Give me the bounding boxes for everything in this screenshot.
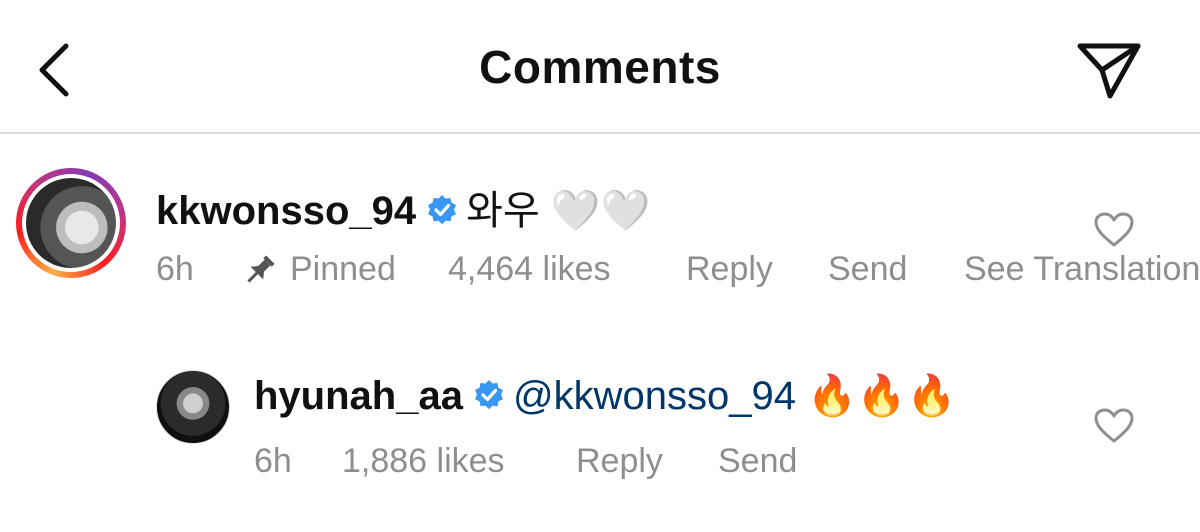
send-button[interactable]: Send [718, 442, 797, 481]
like-count[interactable]: 1,886 likes [342, 442, 505, 481]
avatar [26, 178, 116, 268]
header-bar: Comments [0, 0, 1200, 134]
see-translation-button[interactable]: See Translation [964, 250, 1200, 289]
page-title: Comments [479, 41, 721, 93]
like-count[interactable]: 4,464 likes [448, 250, 611, 289]
avatar-story-ring[interactable] [16, 168, 126, 278]
comment-username[interactable]: kkwonsso_94 [156, 189, 416, 233]
pin-icon [247, 255, 275, 283]
paper-plane-icon [1077, 43, 1141, 99]
comment-time: 6h [254, 442, 292, 480]
reply-button[interactable]: Reply [686, 250, 773, 289]
comment-text-line: hyunah_aa @kkwonsso_94 🔥🔥🔥 [254, 372, 956, 419]
comment-username[interactable]: hyunah_aa [254, 374, 463, 418]
heart-icon[interactable] [1094, 408, 1134, 444]
comment-emoji: 🔥🔥🔥 [807, 373, 957, 419]
comment-meta: 6h 1,886 likes Reply Send [254, 442, 954, 486]
comment-text-line: kkwonsso_94 와우 🤍🤍 [156, 178, 650, 236]
comment-body: 와우 [466, 189, 540, 233]
comment-emoji: 🤍🤍 [550, 188, 651, 234]
heart-icon[interactable] [1094, 212, 1134, 248]
verified-badge-icon [474, 380, 503, 410]
share-button[interactable] [1074, 40, 1144, 100]
comment-time: 6h [156, 250, 194, 288]
avatar[interactable] [156, 370, 230, 444]
verified-badge-icon [428, 195, 457, 225]
mention-link[interactable]: @kkwonsso_94 [513, 374, 796, 418]
comment-meta: 6h Pinned 4,464 likes Reply Send See Tra… [156, 250, 1200, 294]
pinned-label: Pinned [290, 250, 396, 288]
reply-button[interactable]: Reply [576, 442, 663, 481]
send-button[interactable]: Send [828, 250, 907, 289]
